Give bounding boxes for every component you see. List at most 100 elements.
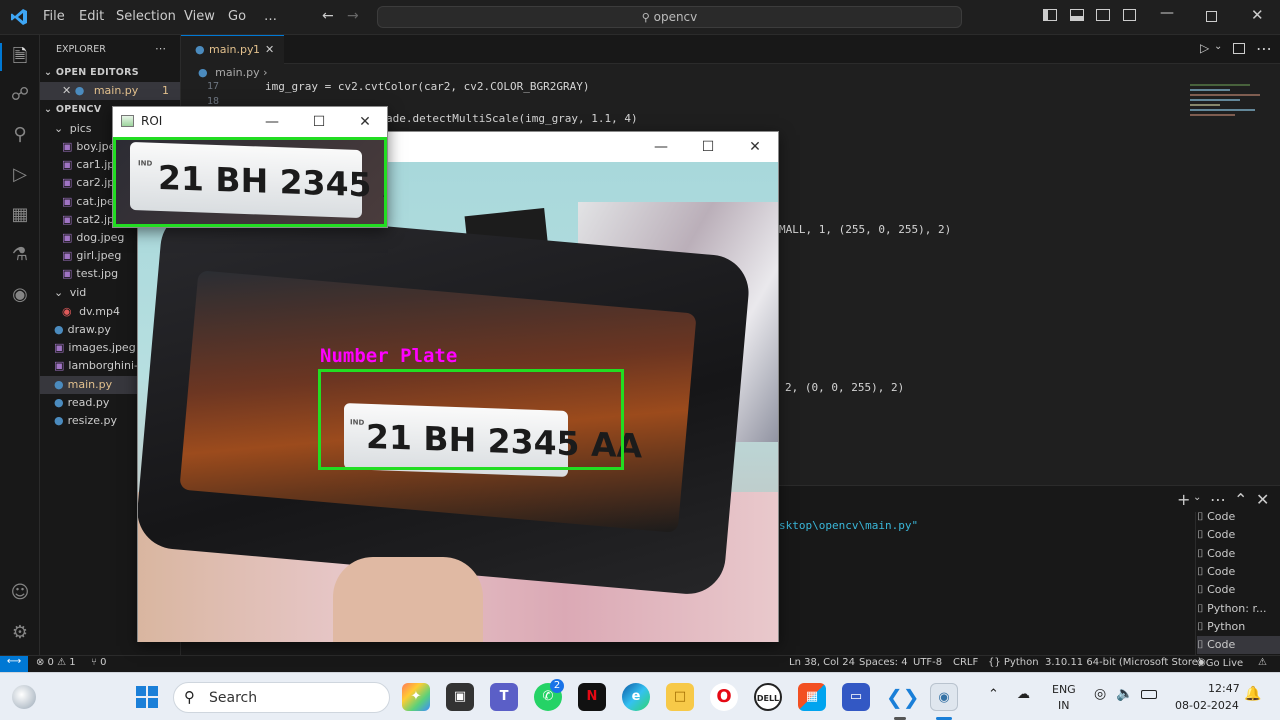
- notes-app-icon[interactable]: ▭: [842, 683, 870, 711]
- menu-file[interactable]: File: [43, 9, 65, 24]
- python-taskbar-icon[interactable]: ◉: [930, 683, 958, 711]
- forward-arrow-icon[interactable]: →: [347, 8, 359, 24]
- code-fragment-puttext-call[interactable]: 2, (0, 0, 255), 2): [785, 381, 904, 394]
- teams-icon[interactable]: T: [490, 683, 518, 711]
- camera-maximize-icon[interactable]: ☐: [685, 132, 731, 162]
- terminal-session-item[interactable]: ⌷ Code: [1197, 581, 1280, 599]
- network-globe-icon[interactable]: ◎: [1094, 686, 1106, 702]
- language-top[interactable]: ENG: [1052, 683, 1076, 696]
- customize-layout-icon[interactable]: [1123, 9, 1136, 21]
- toggle-secondary-sidebar-icon[interactable]: [1096, 9, 1110, 21]
- code-fragment-rectangle-call[interactable]: MALL, 1, (255, 0, 255), 2): [779, 223, 951, 236]
- terminal-session-item[interactable]: ⌷ Code: [1197, 545, 1280, 563]
- extensions-icon[interactable]: ▦: [8, 203, 32, 227]
- taskbar-search-box[interactable]: ⚲ Search: [173, 682, 390, 713]
- panel-more-icon[interactable]: ⋯: [1210, 490, 1226, 509]
- dell-icon[interactable]: DELL: [754, 683, 782, 711]
- terminal-session-item[interactable]: ⌷ Code: [1197, 508, 1280, 526]
- terminal-session-item[interactable]: ⌷ Code: [1197, 563, 1280, 581]
- problems-count[interactable]: ⊗ 0 ⚠ 1: [36, 657, 76, 668]
- terminal-session-item[interactable]: ⌷ Code: [1197, 636, 1280, 655]
- onedrive-icon[interactable]: ☁: [1017, 687, 1030, 702]
- menu-selection[interactable]: Selection: [116, 9, 176, 24]
- clock-date[interactable]: 08-02-2024: [1175, 699, 1239, 712]
- roi-maximize-icon[interactable]: ☐: [296, 107, 342, 137]
- terminal-session-item[interactable]: ⌷ Code: [1197, 526, 1280, 544]
- toggle-panel-icon[interactable]: [1070, 9, 1084, 21]
- account-icon[interactable]: ☺: [8, 581, 32, 605]
- edge-icon[interactable]: e: [622, 683, 650, 711]
- command-center-search[interactable]: ⚲ opencv: [377, 6, 962, 28]
- minimap[interactable]: [1190, 82, 1270, 142]
- camera-minimize-icon[interactable]: —: [638, 132, 684, 162]
- roi-close-icon[interactable]: ✕: [342, 107, 388, 137]
- open-editor-main-py[interactable]: ✕ ● main.py 1: [40, 82, 180, 100]
- ports-count[interactable]: ⑂ 0: [91, 657, 107, 668]
- roi-window-titlebar[interactable]: ROI — ☐ ✕: [113, 107, 387, 137]
- maximize-panel-icon[interactable]: ⌃: [1234, 490, 1247, 509]
- open-editors-header[interactable]: ⌄ OPEN EDITORS: [40, 64, 180, 82]
- remote-indicator-icon[interactable]: ⟷: [0, 656, 28, 672]
- breadcrumb[interactable]: ● main.py ›: [198, 66, 268, 79]
- new-terminal-icon[interactable]: +: [1177, 490, 1190, 509]
- tab-main-py[interactable]: ● main.py 1 ✕: [181, 35, 284, 64]
- github-icon[interactable]: ◉: [8, 283, 32, 307]
- tray-chevron-up-icon[interactable]: ⌃: [988, 687, 999, 702]
- language-bottom[interactable]: IN: [1058, 699, 1069, 712]
- terminal-output[interactable]: sktop\opencv\main.py": [779, 519, 918, 532]
- settings-gear-icon[interactable]: ⚙: [8, 621, 32, 645]
- menu-view[interactable]: View: [184, 9, 215, 24]
- netflix-icon[interactable]: N: [578, 683, 606, 711]
- window-close-icon[interactable]: ✕: [1251, 6, 1264, 24]
- start-button[interactable]: [135, 685, 159, 709]
- run-debug-icon[interactable]: ▷: [8, 163, 32, 187]
- run-file-icon[interactable]: ▷: [1200, 41, 1209, 55]
- explorer-more-icon[interactable]: ⋯: [155, 40, 175, 58]
- split-editor-icon[interactable]: [1233, 43, 1245, 54]
- explorer-icon[interactable]: 🗎: [8, 45, 32, 69]
- terminal-session-item[interactable]: ⌷ Python: [1197, 618, 1280, 636]
- opera-icon[interactable]: O: [710, 683, 738, 711]
- cursor-position[interactable]: Ln 38, Col 24: [789, 657, 855, 668]
- camera-close-icon[interactable]: ✕: [732, 132, 778, 162]
- notification-bell-icon[interactable]: 🔔: [1244, 686, 1261, 702]
- window-restore-icon[interactable]: [1206, 11, 1217, 22]
- terminal-dropdown-icon[interactable]: ⌄: [1193, 492, 1201, 503]
- microsoft-store-icon[interactable]: ▦: [798, 683, 826, 711]
- clock-time[interactable]: 12:47: [1208, 682, 1240, 695]
- task-view-icon[interactable]: ▣: [446, 683, 474, 711]
- python-interpreter[interactable]: 3.10.11 64-bit (Microsoft Store): [1045, 657, 1202, 668]
- editor-more-icon[interactable]: ⋯: [1256, 39, 1272, 58]
- menu-edit[interactable]: Edit: [79, 9, 104, 24]
- code-line-18[interactable]: ade.detectMultiScale(img_gray, 1.1, 4): [386, 112, 638, 125]
- language-mode[interactable]: {} Python: [988, 657, 1039, 668]
- copilot-icon[interactable]: ✦: [402, 683, 430, 711]
- roi-window[interactable]: ROI — ☐ ✕ IND 21 BH 2345 AA: [112, 106, 388, 228]
- menu-go[interactable]: Go: [228, 9, 246, 24]
- close-panel-icon[interactable]: ✕: [1256, 490, 1269, 509]
- vscode-taskbar-icon[interactable]: ❮❯: [886, 683, 920, 711]
- close-icon[interactable]: ✕: [62, 84, 71, 97]
- menu-more[interactable]: …: [264, 9, 277, 24]
- file-explorer-icon[interactable]: □: [666, 683, 694, 711]
- indentation[interactable]: Spaces: 4: [859, 657, 908, 668]
- weather-icon[interactable]: [12, 685, 36, 709]
- encoding[interactable]: UTF-8: [913, 657, 942, 668]
- roi-minimize-icon[interactable]: —: [249, 107, 295, 137]
- testing-icon[interactable]: ⚗: [8, 243, 32, 267]
- go-live-button[interactable]: ◉ Go Live: [1197, 657, 1243, 669]
- roi-image: IND 21 BH 2345 AA: [113, 137, 387, 227]
- source-control-icon[interactable]: ☍: [8, 83, 32, 107]
- run-dropdown-icon[interactable]: ⌄: [1214, 41, 1222, 52]
- battery-icon[interactable]: [1141, 690, 1157, 699]
- back-arrow-icon[interactable]: ←: [322, 8, 334, 24]
- toggle-sidebar-icon[interactable]: [1043, 9, 1057, 21]
- terminal-session-item[interactable]: ⌷ Python: r...: [1197, 600, 1280, 618]
- tab-close-icon[interactable]: ✕: [265, 36, 274, 64]
- end-of-line[interactable]: CRLF: [953, 657, 978, 668]
- volume-muted-icon[interactable]: 🔈: [1116, 686, 1133, 702]
- search-icon[interactable]: ⚲: [8, 123, 32, 147]
- window-minimize-icon[interactable]: —: [1160, 5, 1174, 21]
- code-line-17[interactable]: img_gray = cv2.cvtColor(car2, cv2.COLOR_…: [265, 80, 590, 93]
- notifications-bell-icon[interactable]: ⚠: [1258, 657, 1267, 668]
